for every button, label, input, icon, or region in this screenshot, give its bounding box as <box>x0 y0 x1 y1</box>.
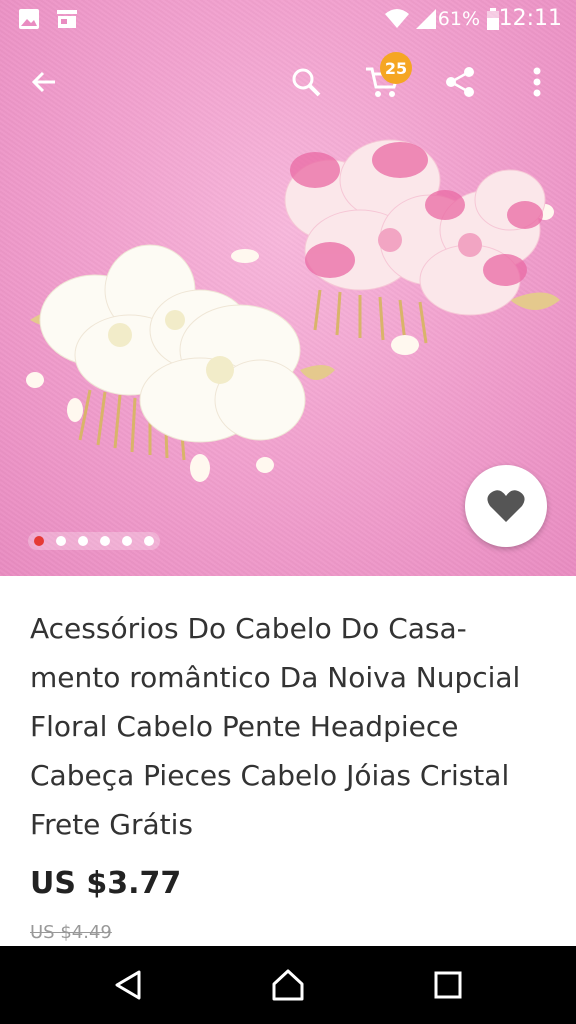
more-button[interactable] <box>515 60 559 104</box>
wifi-icon <box>384 6 410 34</box>
product-title-line: Floral Cabelo Pente Headpiece <box>30 710 459 743</box>
gallery-dot[interactable] <box>56 536 66 546</box>
clock: 12:11 <box>498 6 562 31</box>
gallery-dot[interactable] <box>122 536 132 546</box>
signal-icon <box>414 8 438 34</box>
recents-icon <box>434 971 462 999</box>
home-icon <box>272 969 304 1001</box>
more-vert-icon <box>533 67 541 97</box>
gallery-dot[interactable] <box>144 536 154 546</box>
gallery-dot[interactable] <box>78 536 88 546</box>
back-button[interactable] <box>22 60 66 104</box>
battery-percent: 61% <box>437 8 480 30</box>
share-button[interactable] <box>438 60 482 104</box>
product-image-gallery[interactable]: 61% 12:11 25 <box>0 0 576 576</box>
product-price: US $3.77 <box>30 866 182 901</box>
nav-home-button[interactable] <box>266 963 310 1007</box>
nav-back-button[interactable] <box>106 963 150 1007</box>
cart-count-badge: 25 <box>380 52 412 84</box>
image-icon <box>18 8 40 34</box>
cart-button[interactable]: 25 <box>360 52 412 104</box>
share-icon <box>446 67 474 97</box>
nav-recents-button[interactable] <box>426 963 470 1007</box>
status-bar: 61% 12:11 <box>0 0 576 40</box>
back-triangle-icon <box>115 970 141 1000</box>
store-icon <box>56 8 78 34</box>
gallery-dot[interactable] <box>34 536 44 546</box>
heart-icon <box>487 490 525 522</box>
app-bar: 25 <box>0 40 576 126</box>
original-price: US $4.49 <box>30 922 112 943</box>
white-flower-comb <box>26 244 335 482</box>
gallery-pagination <box>28 532 160 550</box>
product-title: Acessórios Do Cabelo Do Casa- mento româ… <box>30 604 550 849</box>
product-title-line: Acessórios Do Cabelo Do Casa- <box>30 612 467 645</box>
system-nav-bar <box>0 946 576 1024</box>
back-arrow-icon <box>31 71 55 93</box>
search-button[interactable] <box>284 60 328 104</box>
gallery-dot[interactable] <box>100 536 110 546</box>
product-title-line: mento romântico Da Noiva Nupcial <box>30 661 521 694</box>
product-title-line: Cabeça Pieces Cabelo Jóias Cristal <box>30 759 510 792</box>
product-title-line: Frete Grátis <box>30 808 194 841</box>
search-icon <box>292 68 321 97</box>
wishlist-button[interactable] <box>465 465 547 547</box>
